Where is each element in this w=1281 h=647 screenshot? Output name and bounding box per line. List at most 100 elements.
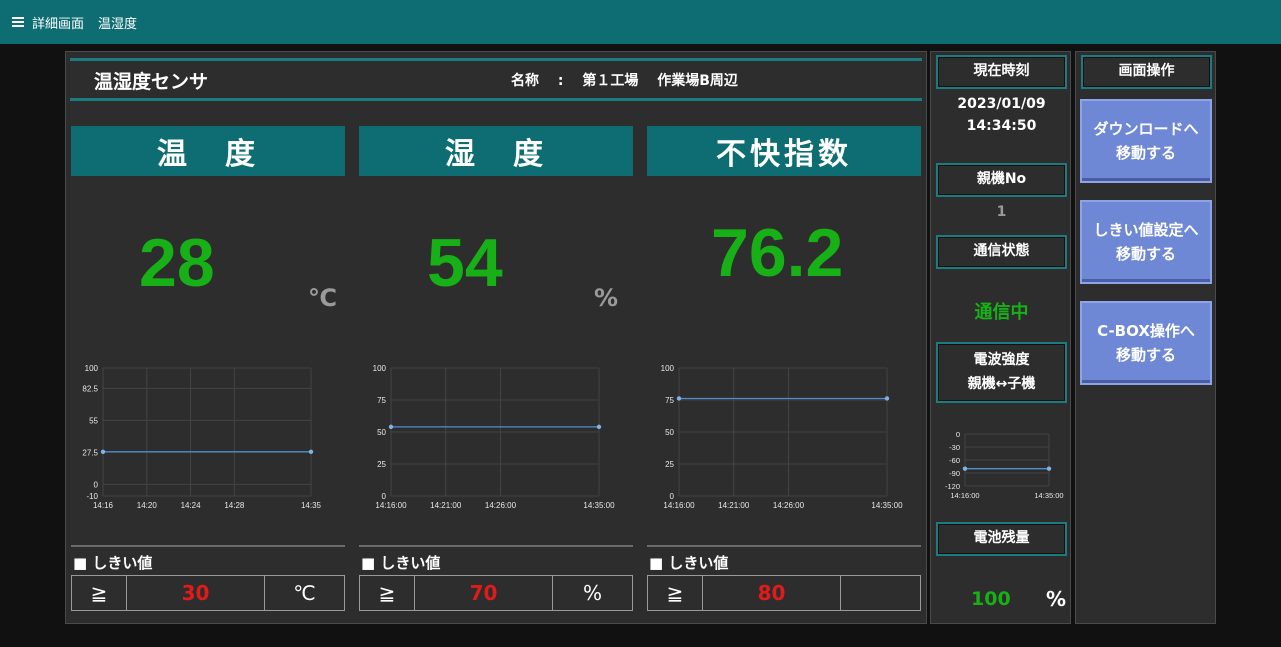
discomfort-header: 不快指数 xyxy=(647,126,921,176)
discomfort-data-point xyxy=(884,396,890,401)
humidity-ytick: 50 xyxy=(377,428,386,437)
battery-label: 電池残量 xyxy=(936,522,1067,556)
humidity-header: 湿 度 xyxy=(359,126,633,176)
discomfort-threshold-value: 80 xyxy=(703,576,841,610)
temperature-ytick: 82.5 xyxy=(82,384,98,393)
humidity-xtick: 14:21:00 xyxy=(430,501,462,510)
title-rule-bottom xyxy=(70,98,922,101)
download-button-line2: 移動する xyxy=(1115,144,1176,162)
cbox-operation-button-line1: C-BOX操作へ xyxy=(1097,322,1195,340)
temperature-divider xyxy=(71,545,345,547)
sensor-name: 名称 : 第１工場 作業場B周辺 xyxy=(511,73,738,89)
threshold-settings-button[interactable]: しきい値設定へ 移動する xyxy=(1080,200,1212,284)
signal-strength-label: 電波強度 親機↔子機 xyxy=(936,342,1067,403)
current-time-label: 現在時刻 xyxy=(936,55,1067,89)
breadcrumb-page: 温湿度 xyxy=(98,16,138,32)
temperature-threshold-row: ≧ 30 ℃ xyxy=(71,575,345,611)
humidity-divider xyxy=(359,545,633,547)
temperature-unit: ℃ xyxy=(308,284,338,312)
signal-strength-label-2: 親機↔子機 xyxy=(967,375,1036,392)
download-button[interactable]: ダウンロードへ 移動する xyxy=(1080,99,1212,183)
signal-data-point xyxy=(962,466,968,471)
menu-icon[interactable] xyxy=(12,17,24,27)
humidity-unit: % xyxy=(594,284,619,312)
temperature-chart: -10 0 27.5 55 82.5 100 14:16 14:20 14:24 14:28 14:… xyxy=(71,354,345,514)
discomfort-xtick: 14:26:00 xyxy=(773,501,805,510)
cbox-operation-button[interactable]: C-BOX操作へ 移動する xyxy=(1080,301,1212,385)
comm-status-value: 通信中 xyxy=(974,302,1029,323)
title-rule-top xyxy=(70,58,922,61)
humidity-xtick: 14:26:00 xyxy=(485,501,517,510)
discomfort-chart-svg: 0 25 50 75 100 14:16:00 14:21:00 14:26:00 14:35:… xyxy=(661,364,903,510)
temperature-xtick: 14:24 xyxy=(181,501,202,510)
temperature-ytick: 55 xyxy=(89,416,98,425)
discomfort-ytick: 0 xyxy=(670,492,675,501)
humidity-value: 54 xyxy=(427,225,503,301)
status-panel: 現在時刻 2023/01/09 14:34:50 親機No 1 通信状態 通信中… xyxy=(930,51,1071,624)
signal-xtick: 14:16:00 xyxy=(950,491,979,500)
breadcrumb-detail[interactable]: 詳細画面 xyxy=(32,13,84,32)
humidity-ytick: 75 xyxy=(377,396,386,405)
humidity-ytick: 25 xyxy=(377,460,386,469)
discomfort-threshold-row: ≧ 80 xyxy=(647,575,921,611)
discomfort-value: 76.2 xyxy=(711,215,844,291)
temperature-data-point xyxy=(308,449,314,454)
temperature-ytick: 27.5 xyxy=(82,448,98,457)
signal-chart: 0 -30 -60 -90 -120 14:16:00 14:35:00 xyxy=(931,424,1072,506)
signal-ytick: -60 xyxy=(949,456,960,465)
temperature-threshold-operator: ≧ xyxy=(72,576,127,610)
temperature-threshold-unit: ℃ xyxy=(293,581,316,605)
discomfort-xtick: 14:21:00 xyxy=(718,501,750,510)
discomfort-divider xyxy=(647,545,921,547)
sensor-title: 温湿度センサ xyxy=(94,71,209,93)
discomfort-threshold-unit xyxy=(841,576,920,610)
battery-unit: % xyxy=(1046,587,1067,611)
temperature-header: 温 度 xyxy=(71,126,345,176)
battery-value: 100 xyxy=(971,588,1011,610)
temperature-xtick: 14:20 xyxy=(137,501,158,510)
discomfort-column: 不快指数 76.2 0 25 50 75 100 14:16:00 14:21:00 14:2… xyxy=(647,126,921,616)
current-date: 2023/01/09 xyxy=(957,96,1046,112)
comm-status-label: 通信状態 xyxy=(936,235,1067,269)
temperature-ytick: 100 xyxy=(85,364,99,373)
discomfort-xtick: 14:16:00 xyxy=(663,501,695,510)
signal-ytick: 0 xyxy=(956,430,960,439)
signal-chart-svg: 0 -30 -60 -90 -12014:16:00 14:35:00 xyxy=(945,430,1064,500)
threshold-settings-button-line2: 移動する xyxy=(1115,245,1176,263)
operations-title: 画面操作 xyxy=(1081,55,1212,89)
temperature-xtick: 14:16 xyxy=(93,501,114,510)
signal-ytick: -120 xyxy=(945,482,960,491)
discomfort-ytick: 100 xyxy=(661,364,675,373)
signal-ytick: -90 xyxy=(949,469,960,478)
temperature-xtick: 14:35 xyxy=(301,501,322,510)
signal-xtick: 14:35:00 xyxy=(1034,491,1063,500)
discomfort-threshold-label: ■ しきい値 xyxy=(649,554,729,572)
discomfort-ytick: 50 xyxy=(665,428,674,437)
humidity-threshold-operator: ≧ xyxy=(360,576,415,610)
discomfort-data-point xyxy=(676,396,682,401)
humidity-threshold-value: 70 xyxy=(415,576,553,610)
humidity-threshold-unit: % xyxy=(582,581,602,605)
temperature-ytick: -10 xyxy=(86,492,98,501)
humidity-data-point xyxy=(596,424,602,430)
discomfort-ytick: 75 xyxy=(665,396,674,405)
temperature-column: 温 度 28 ℃ -10 0 27.5 55 82.5 100 14:16 14:20 14:2… xyxy=(71,126,345,616)
humidity-xtick: 14:16:00 xyxy=(375,501,407,510)
parent-no-value: 1 xyxy=(996,204,1007,220)
discomfort-ytick: 25 xyxy=(665,460,674,469)
signal-ytick: -30 xyxy=(949,443,960,452)
temperature-xtick: 14:28 xyxy=(224,501,245,510)
humidity-chart: 0 25 50 75 100 14:16:00 14:21:00 14:26:00 14:35:… xyxy=(359,354,633,514)
humidity-threshold-row: ≧ 70 % xyxy=(359,575,633,611)
threshold-settings-button-line1: しきい値設定へ xyxy=(1093,221,1199,239)
humidity-column: 湿 度 54 % 0 25 50 75 100 14:16:00 14:21:00 14:26… xyxy=(359,126,633,616)
humidity-ytick: 100 xyxy=(373,364,387,373)
discomfort-chart: 0 25 50 75 100 14:16:00 14:21:00 14:26:00 14:35:… xyxy=(647,354,921,514)
signal-data-point xyxy=(1046,466,1052,471)
discomfort-xtick: 14:35:00 xyxy=(871,501,903,510)
operations-panel: 画面操作 ダウンロードへ 移動する しきい値設定へ 移動する C-BOX操作へ … xyxy=(1075,51,1216,624)
humidity-threshold-label: ■ しきい値 xyxy=(361,554,441,572)
temperature-threshold-label: ■ しきい値 xyxy=(73,554,153,572)
current-time: 14:34:50 xyxy=(966,118,1037,134)
humidity-xtick: 14:35:00 xyxy=(583,501,615,510)
